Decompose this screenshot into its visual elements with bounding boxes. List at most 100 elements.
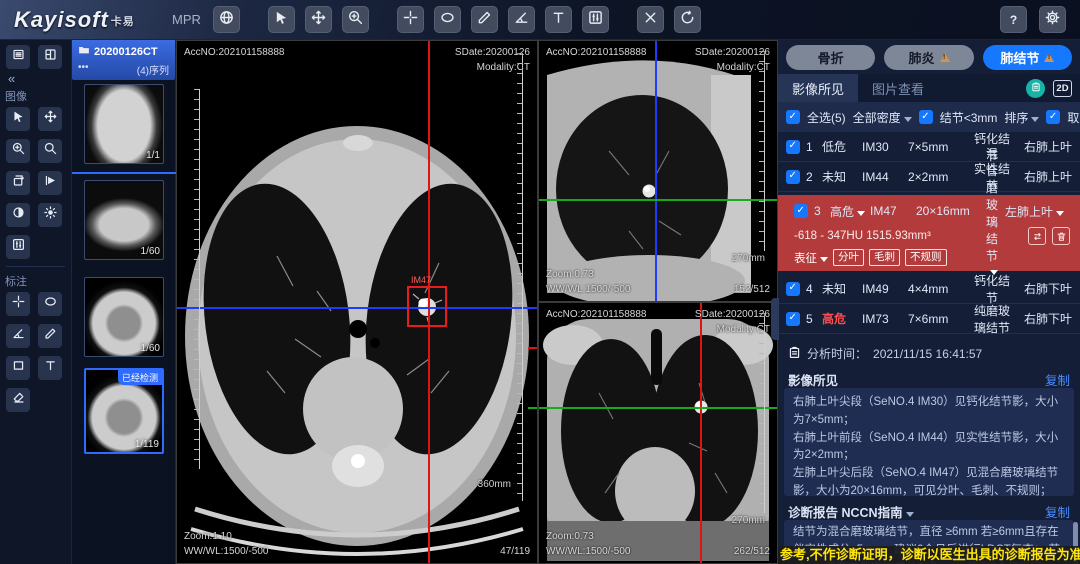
- nodule-roi-box[interactable]: IM47: [407, 286, 447, 327]
- sort-filter[interactable]: 排序: [1004, 109, 1039, 126]
- report-title-dropdown[interactable]: 诊断报告 NCCN指南: [788, 502, 914, 521]
- settings-button[interactable]: [1039, 6, 1066, 33]
- collapse-rail-button[interactable]: «: [0, 71, 71, 86]
- report-badge-button[interactable]: [1026, 79, 1045, 98]
- round-label[interactable]: 取整: [1067, 109, 1080, 126]
- disclaimer-banner: 参考,不作诊断证明，诊断以医生出具的诊断报告为准！: [778, 546, 1080, 564]
- ellipse-annot-button[interactable]: [38, 292, 62, 316]
- 2d-mode-button[interactable]: 2D: [1053, 80, 1072, 97]
- eraser-button[interactable]: [6, 388, 30, 412]
- row-checkbox[interactable]: [786, 312, 800, 326]
- traits-dropdown[interactable]: 表征: [794, 250, 828, 266]
- tab-pneumonia[interactable]: 肺炎: [884, 45, 973, 70]
- image-number: IM47: [870, 204, 916, 218]
- coronal-viewport[interactable]: 270mm AccNO:202101158888 SDate:20200126M…: [538, 302, 778, 564]
- compare-button[interactable]: [1028, 227, 1046, 245]
- row-checkbox[interactable]: [786, 140, 800, 154]
- warning-icon: [1044, 53, 1054, 62]
- zoom-tool-button[interactable]: [342, 6, 369, 33]
- globe-icon: [219, 10, 234, 30]
- pointer-tool-button[interactable]: [268, 6, 295, 33]
- row-checkbox[interactable]: [794, 204, 808, 218]
- chevron-down-icon: [1031, 117, 1039, 122]
- density-filter[interactable]: 全部密度: [853, 109, 912, 126]
- layout-button[interactable]: [38, 45, 62, 69]
- row-checkbox[interactable]: [786, 282, 800, 296]
- axial-viewport[interactable]: IM47 360mm AccNO:202101158888 SDate:2020…: [176, 40, 538, 564]
- invert-button-rail[interactable]: [6, 203, 30, 227]
- ruler-icon: [477, 10, 492, 30]
- more-icon[interactable]: •••: [78, 62, 89, 77]
- small-nodule-label[interactable]: 结节<3mm: [940, 109, 998, 126]
- series-thumbnail-4-selected[interactable]: 已经检测 1/119: [84, 368, 164, 454]
- cine-play-button-rail[interactable]: [38, 171, 62, 195]
- pan-tool-button-rail[interactable]: [38, 107, 62, 131]
- small-nodule-checkbox[interactable]: [919, 110, 933, 124]
- trait-tag[interactable]: 毛刺: [869, 249, 900, 266]
- copy-report-button[interactable]: 复制: [1045, 502, 1070, 521]
- ruler-tool-button[interactable]: [471, 6, 498, 33]
- window-level-button-rail[interactable]: [6, 235, 30, 259]
- tab-findings[interactable]: 影像所见: [778, 74, 858, 102]
- series-list-button[interactable]: [6, 45, 30, 69]
- help-icon: ?: [1010, 13, 1017, 27]
- round-checkbox[interactable]: [1046, 110, 1060, 124]
- crosshair-tool-button[interactable]: [397, 6, 424, 33]
- nodule-number: 3: [814, 204, 830, 218]
- panel-collapse-handle[interactable]: [771, 298, 779, 340]
- cursor-icon: [274, 10, 289, 30]
- ellipse-tool-button[interactable]: [434, 6, 461, 33]
- row-checkbox[interactable]: [786, 170, 800, 184]
- crosshair-horizontal-green[interactable]: [539, 199, 777, 201]
- copy-findings-button[interactable]: 复制: [1045, 370, 1070, 389]
- delete-nodule-button[interactable]: [1052, 227, 1070, 245]
- pointer-tool-button-rail[interactable]: [6, 107, 30, 131]
- series-header[interactable]: 20200126CT •••(4)序列: [72, 40, 175, 80]
- crosshair-vertical-red[interactable]: [700, 303, 702, 563]
- nodule-row-3-selected[interactable]: 3 高危 IM47 20×16mm 混合磨玻璃结节 左肺上叶 -618 - 34…: [778, 195, 1080, 271]
- nodule-location-dropdown[interactable]: 左肺上叶: [1002, 203, 1064, 220]
- trait-tag[interactable]: 分叶: [833, 249, 864, 266]
- nodule-row-1[interactable]: 1 低危 IM30 7×5mm 钙化结节 右肺上叶: [778, 132, 1080, 162]
- reset-button[interactable]: [674, 6, 701, 33]
- series-thumbnail-2[interactable]: 1/60: [84, 180, 164, 260]
- select-all-checkbox[interactable]: [786, 110, 800, 124]
- tab-image-view[interactable]: 图片查看: [858, 74, 938, 102]
- sagittal-viewport[interactable]: 270mm AccNO:202101158888 SDate:20200126M…: [538, 40, 778, 302]
- series-divider: [72, 172, 176, 174]
- crosshair-vertical-blue[interactable]: [655, 41, 657, 301]
- tab-fracture[interactable]: 骨折: [786, 45, 875, 70]
- series-thumbnail-3[interactable]: 1/60: [84, 277, 164, 357]
- rectangle-annot-button[interactable]: [6, 356, 30, 380]
- series-thumbnail-scout[interactable]: 1/1: [84, 84, 164, 164]
- top-toolbar: Kayisoft卡易 MPR ?: [0, 0, 1080, 40]
- nodule-type-dropdown[interactable]: 混合磨玻璃结节: [982, 145, 1002, 278]
- tab-lung-nodule[interactable]: 肺结节: [983, 45, 1072, 70]
- nodule-row-2[interactable]: 2 未知 IM44 2×2mm 实性结节 右肺上叶: [778, 162, 1080, 192]
- brightness-button-rail[interactable]: [38, 203, 62, 227]
- rotate-button-rail[interactable]: [6, 171, 30, 195]
- sagittal-slice-index: 152/512: [734, 282, 770, 297]
- mpr-mode-button[interactable]: [213, 6, 240, 33]
- pan-tool-button[interactable]: [305, 6, 332, 33]
- angle-tool-button[interactable]: [508, 6, 535, 33]
- window-level-button[interactable]: [582, 6, 609, 33]
- nodule-row-4[interactable]: 4 未知 IM49 4×4mm 钙化结节 右肺下叶: [778, 274, 1080, 304]
- text-tool-button[interactable]: [545, 6, 572, 33]
- magnify-button-rail[interactable]: [38, 139, 62, 163]
- ruler-annot-button[interactable]: [38, 324, 62, 348]
- crosshair-horizontal-green[interactable]: [539, 407, 777, 409]
- delete-annotation-button[interactable]: [637, 6, 664, 33]
- crosshair-annot-button[interactable]: [6, 292, 30, 316]
- text-annot-button[interactable]: [38, 356, 62, 380]
- nodule-row-5[interactable]: 5 高危 IM73 7×6mm 纯磨玻璃结节 右肺下叶: [778, 304, 1080, 334]
- risk-level: 未知: [822, 280, 862, 297]
- angle-annot-button[interactable]: [6, 324, 30, 348]
- trait-tag[interactable]: 不规则: [905, 249, 947, 266]
- zoom-in-button-rail[interactable]: [6, 139, 30, 163]
- chevron-down-icon: [857, 211, 865, 216]
- help-button[interactable]: ?: [1000, 6, 1027, 33]
- select-all-label[interactable]: 全选(5): [807, 109, 846, 126]
- risk-level-dropdown[interactable]: 高危: [830, 203, 870, 220]
- crosshair-horizontal-blue[interactable]: [177, 307, 537, 309]
